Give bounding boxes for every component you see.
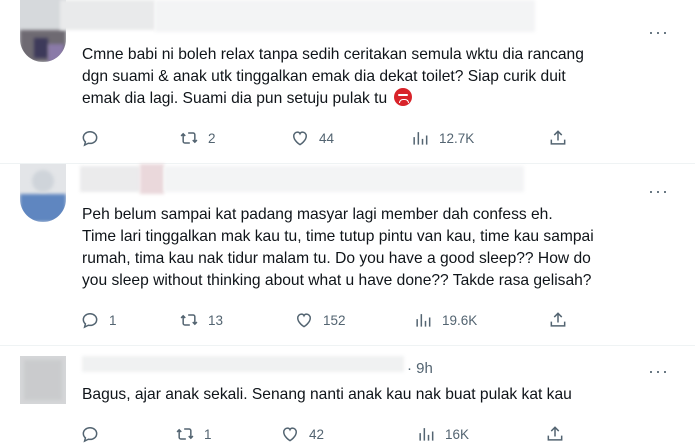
views-button[interactable]: 16K bbox=[416, 422, 469, 446]
tweet-2: ··· Peh belum sampai kat padang masyar l… bbox=[0, 164, 695, 344]
share-icon bbox=[550, 130, 566, 145]
blurred-username bbox=[80, 166, 140, 192]
more-options-button[interactable]: ··· bbox=[648, 23, 669, 41]
blurred-username bbox=[82, 356, 404, 372]
more-options-button[interactable]: ··· bbox=[648, 182, 669, 200]
blurred-handle bbox=[164, 166, 524, 192]
views-button[interactable]: 19.6K bbox=[413, 308, 477, 332]
retweet-button[interactable]: 1 bbox=[175, 422, 212, 446]
more-icon[interactable]: ··· bbox=[648, 361, 669, 381]
avatar[interactable] bbox=[20, 164, 66, 222]
reply-button[interactable]: 1 bbox=[80, 308, 117, 332]
like-icon bbox=[282, 427, 298, 442]
views-icon bbox=[419, 428, 434, 441]
reply-icon bbox=[82, 312, 98, 329]
tweet-actions: 1 13 152 19.6K bbox=[80, 308, 580, 332]
like-button[interactable]: 152 bbox=[294, 308, 346, 332]
retweet-icon bbox=[176, 428, 194, 440]
blurred-handle bbox=[140, 164, 164, 194]
more-icon[interactable]: ··· bbox=[648, 181, 669, 201]
tweet-1: ··· Cmne babi ni boleh relax tanpa sedih… bbox=[0, 0, 695, 160]
tweet-actions: 2 44 12.7K bbox=[80, 126, 580, 150]
more-options-button[interactable]: ··· bbox=[648, 362, 669, 380]
like-button[interactable]: 44 bbox=[290, 126, 334, 150]
tweet-text: Cmne babi ni boleh relax tanpa sedih cer… bbox=[82, 46, 584, 107]
tweet-actions: 1 42 16K bbox=[80, 422, 580, 446]
views-icon bbox=[413, 132, 428, 145]
reply-icon bbox=[82, 130, 98, 147]
share-button[interactable] bbox=[548, 126, 568, 150]
angry-face-emoji-icon bbox=[394, 88, 413, 106]
share-icon bbox=[550, 312, 566, 327]
views-icon bbox=[416, 314, 431, 327]
tweet-3: · 9h ··· Bagus, ajar anak sekali. Senang… bbox=[0, 346, 695, 446]
blurred-username bbox=[60, 0, 155, 30]
reply-button[interactable] bbox=[80, 126, 109, 150]
retweet-icon bbox=[180, 132, 198, 144]
tweet-text: Bagus, ajar anak sekali. Senang nanti an… bbox=[82, 386, 572, 403]
like-icon bbox=[296, 313, 312, 328]
reply-button[interactable] bbox=[80, 422, 109, 446]
share-button[interactable] bbox=[545, 422, 565, 446]
retweet-icon bbox=[180, 314, 198, 326]
tweet-text: Peh belum sampai kat padang masyar lagi … bbox=[82, 206, 594, 289]
retweet-button[interactable]: 2 bbox=[179, 126, 216, 150]
more-icon[interactable]: ··· bbox=[648, 22, 669, 42]
retweet-button[interactable]: 13 bbox=[179, 308, 223, 332]
like-icon bbox=[292, 131, 308, 146]
reply-icon bbox=[82, 426, 98, 443]
blurred-handle bbox=[155, 0, 535, 32]
avatar[interactable] bbox=[20, 356, 66, 404]
share-icon bbox=[547, 426, 563, 441]
like-button[interactable]: 42 bbox=[280, 422, 324, 446]
post-time[interactable]: · 9h bbox=[407, 360, 433, 377]
share-button[interactable] bbox=[548, 308, 568, 332]
views-button[interactable]: 12.7K bbox=[410, 126, 474, 150]
